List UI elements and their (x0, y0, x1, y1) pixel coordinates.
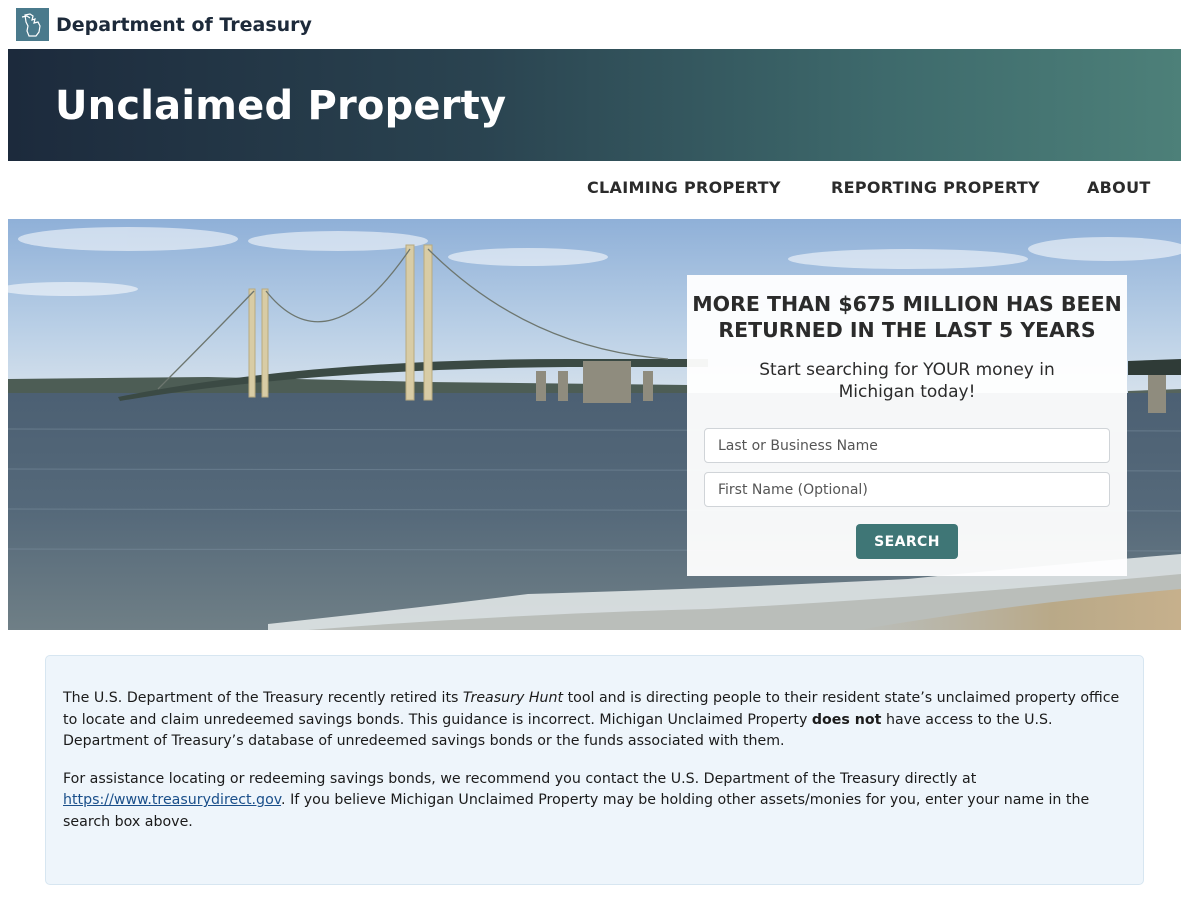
notice-p2-text-a: For assistance locating or redeeming sav… (63, 770, 977, 787)
notice-paragraph-1: The U.S. Department of the Treasury rece… (63, 688, 1127, 753)
notice-p1-text-a: The U.S. Department of the Treasury rece… (63, 690, 463, 706)
subtext-line-1: Start searching for YOUR money in (759, 360, 1055, 380)
search-button[interactable]: SEARCH (856, 524, 958, 559)
nav-claiming-property[interactable]: CLAIMING PROPERTY (587, 178, 781, 197)
first-name-input[interactable] (704, 472, 1110, 507)
notice-p1-strong: does not (811, 711, 882, 728)
notice-paragraph-2: For assistance locating or redeeming sav… (63, 769, 1127, 834)
notice-p1-emphasis: Treasury Hunt (462, 690, 564, 706)
treasurydirect-link[interactable]: https://www.treasurydirect.gov (63, 792, 281, 808)
nav-reporting-property[interactable]: REPORTING PROPERTY (831, 178, 1040, 197)
agency-name[interactable]: Department of Treasury (56, 14, 312, 36)
page-title: Unclaimed Property (55, 83, 507, 129)
main-nav: CLAIMING PROPERTY REPORTING PROPERTY ABO… (0, 178, 1200, 204)
search-subtext: Start searching for YOUR money in Michig… (727, 359, 1087, 403)
headline-line-1: MORE THAN $675 MILLION HAS BEEN (692, 292, 1122, 316)
search-headline: MORE THAN $675 MILLION HAS BEEN RETURNED… (687, 291, 1127, 343)
agency-header: Department of Treasury (16, 8, 312, 41)
nav-about[interactable]: ABOUT (1087, 178, 1151, 197)
search-card: MORE THAN $675 MILLION HAS BEEN RETURNED… (687, 275, 1127, 576)
page-banner: Unclaimed Property (8, 49, 1181, 161)
last-name-input[interactable] (704, 428, 1110, 463)
subtext-line-2: Michigan today! (838, 382, 976, 402)
savings-bond-notice: The U.S. Department of the Treasury rece… (45, 655, 1144, 885)
michigan-state-icon[interactable] (16, 8, 49, 41)
headline-line-2: RETURNED IN THE LAST 5 YEARS (718, 318, 1096, 342)
